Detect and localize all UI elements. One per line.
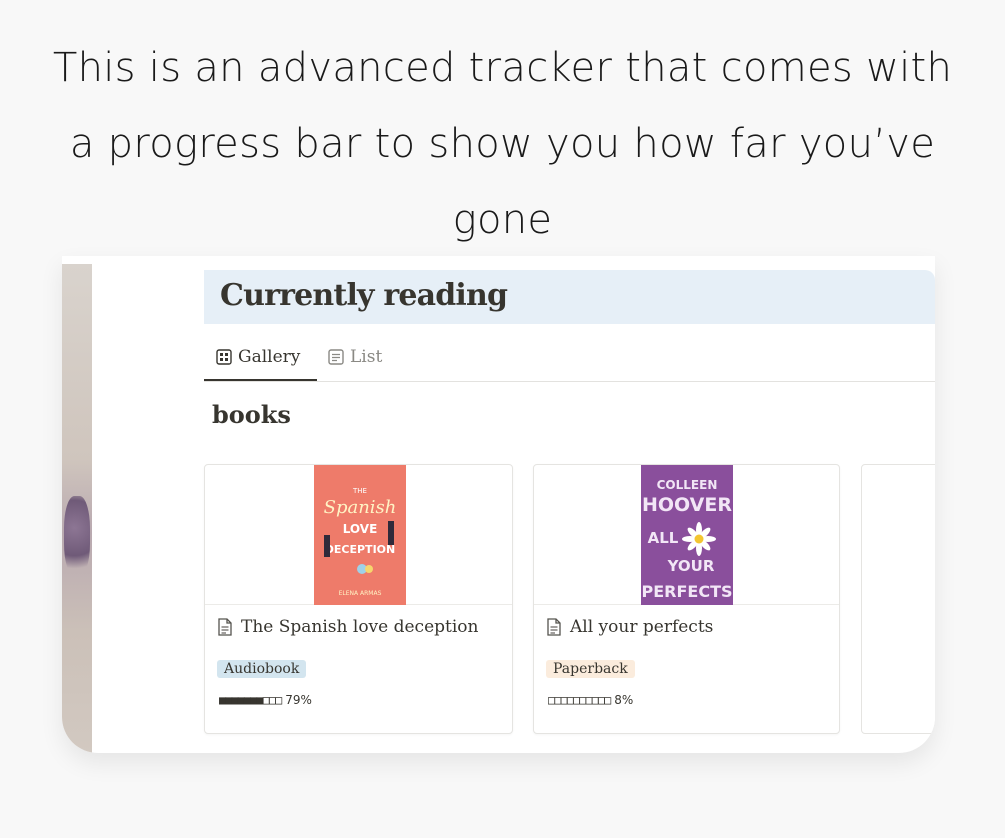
book-title: The Spanish love deception bbox=[217, 617, 478, 637]
view-tabs: Gallery List bbox=[204, 336, 935, 382]
gallery-icon bbox=[216, 349, 232, 365]
book-card[interactable]: COLLEEN HOOVER ALL YOUR PERFECTS All you… bbox=[533, 464, 840, 734]
tab-gallery[interactable]: Gallery bbox=[216, 342, 300, 372]
book-title-text: The Spanish love deception bbox=[241, 617, 479, 637]
list-icon bbox=[328, 349, 344, 365]
page-icon bbox=[547, 618, 561, 636]
progress-percent: 79% bbox=[285, 693, 312, 707]
card-cover-area: COLLEEN HOOVER ALL YOUR PERFECTS bbox=[534, 465, 839, 605]
flower-decoration bbox=[64, 496, 90, 576]
cover-text-hoover: HOOVER bbox=[642, 494, 732, 516]
app-screenshot-frame: Currently reading Gallery List books THE… bbox=[62, 256, 935, 753]
card-cover-area: THE Spanish LOVE DECEPTION ELENA ARMAS bbox=[205, 465, 512, 605]
book-cover-image: COLLEEN HOOVER ALL YOUR PERFECTS bbox=[641, 465, 733, 605]
caption-line-2: a progress bar to show you how far you’v… bbox=[69, 121, 936, 167]
book-title: All your perfects bbox=[546, 617, 713, 637]
active-tab-indicator bbox=[204, 379, 317, 381]
progress-bar: □□□□□□□□□□ 8% bbox=[548, 693, 633, 707]
gallery-section-title: books bbox=[212, 400, 291, 429]
book-title-text: All your perfects bbox=[570, 617, 714, 637]
book-card[interactable] bbox=[861, 464, 935, 734]
spanish-love-deception-cover: THE Spanish LOVE DECEPTION ELENA ARMAS bbox=[314, 465, 406, 605]
notion-page: Currently reading Gallery List books THE… bbox=[204, 270, 935, 753]
progress-blocks: □□□□□□□□□□ bbox=[548, 693, 611, 707]
book-card[interactable]: THE Spanish LOVE DECEPTION ELENA ARMAS T… bbox=[204, 464, 513, 734]
progress-blocks: ■■■■■■■□□□ bbox=[219, 693, 282, 707]
format-tag: Paperback bbox=[546, 660, 635, 678]
cover-text-the: THE bbox=[352, 487, 367, 495]
tab-list-label: List bbox=[350, 347, 383, 367]
progress-percent: 8% bbox=[614, 693, 634, 707]
cover-text-perfects: PERFECTS bbox=[641, 582, 732, 601]
tab-list[interactable]: List bbox=[328, 342, 382, 372]
cover-text-author: ELENA ARMAS bbox=[339, 590, 382, 597]
caption-line-3: gone bbox=[452, 197, 553, 243]
cover-text-spanish: Spanish bbox=[324, 497, 397, 518]
progress-bar: ■■■■■■■□□□ 79% bbox=[219, 693, 312, 707]
cover-text-your: YOUR bbox=[667, 557, 715, 575]
cover-text-love: LOVE bbox=[343, 522, 378, 536]
all-your-perfects-cover: COLLEEN HOOVER ALL YOUR PERFECTS bbox=[641, 465, 733, 605]
page-title: Currently reading bbox=[220, 278, 508, 313]
book-cover-image: THE Spanish LOVE DECEPTION ELENA ARMAS bbox=[314, 465, 406, 605]
background-photo bbox=[62, 264, 92, 753]
tab-gallery-label: Gallery bbox=[238, 347, 301, 367]
format-tag: Audiobook bbox=[217, 660, 307, 678]
cover-text-colleen: COLLEEN bbox=[657, 478, 718, 492]
page-header: Currently reading bbox=[204, 270, 935, 324]
cover-text-all: ALL bbox=[648, 529, 679, 547]
page-icon bbox=[218, 618, 232, 636]
promo-caption: This is an advanced tracker that comes w… bbox=[0, 30, 1005, 258]
cover-text-deception: DECEPTION bbox=[325, 543, 395, 556]
caption-line-1: This is an advanced tracker that comes w… bbox=[52, 45, 953, 91]
